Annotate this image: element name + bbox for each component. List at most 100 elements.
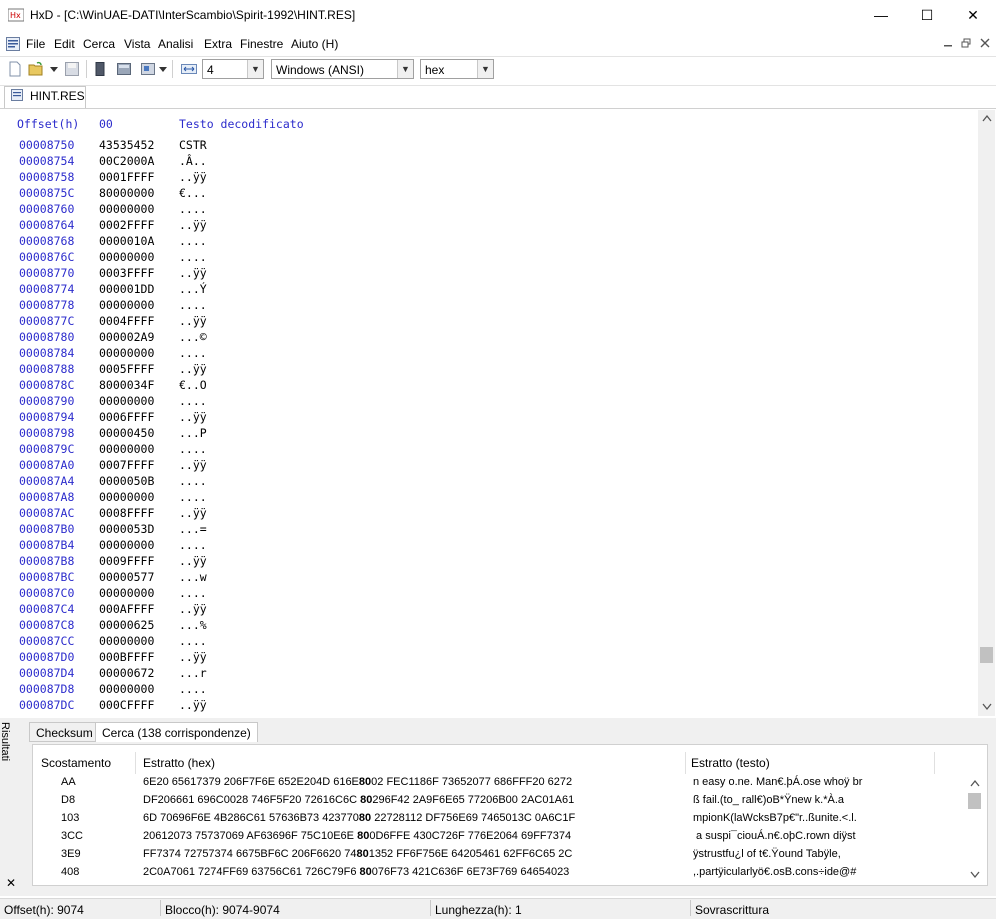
- row-hex-bytes: 00000000: [99, 538, 155, 552]
- open-ram-icon[interactable]: [140, 61, 156, 77]
- scroll-thumb[interactable]: [980, 647, 993, 663]
- scroll-down-icon[interactable]: [970, 871, 980, 879]
- hex-rows: 00008750 43535452 CSTR 00008754 00C2000A .Â..…: [0, 138, 420, 716]
- result-row[interactable]: 3CC 20612073 75737069 AF63696F 75C10E6E 8…: [32, 828, 968, 846]
- hex-row[interactable]: 000087CC 00000000....: [0, 634, 400, 650]
- hex-row[interactable]: 000087C8 00000625...%: [0, 618, 400, 634]
- offset-base-combo[interactable]: hex ▼: [420, 59, 494, 79]
- hex-row[interactable]: 000087B8 0009FFFF ..ÿÿ: [0, 554, 400, 570]
- hex-row[interactable]: 000087A0 0007FFFF ..ÿÿ: [0, 458, 400, 474]
- hex-row[interactable]: 00008774 000001DD ...Ý: [0, 282, 400, 298]
- save-icon[interactable]: [64, 61, 80, 77]
- scroll-down-icon[interactable]: [982, 703, 992, 711]
- hex-row[interactable]: 000087B4 00000000....: [0, 538, 400, 554]
- hex-row[interactable]: 000087D8 00000000....: [0, 682, 400, 698]
- results-scroll-thumb[interactable]: [968, 793, 981, 809]
- tab-checksum[interactable]: Checksum: [29, 722, 100, 742]
- result-row[interactable]: D8 DF206661 696C0028 746F5F20 72616C6C 80…: [32, 792, 968, 810]
- menu-cerca[interactable]: Cerca: [83, 37, 115, 51]
- column-header-hex[interactable]: Estratto (hex): [143, 756, 215, 770]
- status-separator: [690, 900, 691, 916]
- hex-row[interactable]: 00008778 00000000....: [0, 298, 400, 314]
- scroll-up-icon[interactable]: [982, 114, 992, 122]
- open-dropdown-icon[interactable]: [50, 67, 58, 73]
- menu-file[interactable]: File: [26, 37, 45, 51]
- close-button[interactable]: ✕: [950, 0, 996, 30]
- hex-row[interactable]: 000087DC 000CFFFF ..ÿÿ: [0, 698, 400, 714]
- hex-row[interactable]: 000087C0 00000000....: [0, 586, 400, 602]
- result-hex-before: 20612073 75737069 AF63696F 75C10E6E: [143, 830, 358, 842]
- row-offset: 00008750: [19, 138, 75, 152]
- hex-row[interactable]: 00008760 00000000....: [0, 202, 400, 218]
- mdi-close-button[interactable]: [977, 36, 993, 50]
- hex-row[interactable]: 00008754 00C2000A .Â..: [0, 154, 400, 170]
- menu-aiuto[interactable]: Aiuto (H): [291, 37, 338, 51]
- tab-cerca[interactable]: Cerca (138 corrispondenze): [95, 722, 258, 742]
- results-side-label-box[interactable]: Risultati: [0, 722, 19, 782]
- close-file-icon[interactable]: [92, 61, 108, 77]
- hex-row[interactable]: 0000877C 0004FFFF ..ÿÿ: [0, 314, 400, 330]
- row-hex-bytes: 80000000: [99, 186, 155, 200]
- hex-row[interactable]: 000087A8 00000000....: [0, 490, 400, 506]
- result-row[interactable]: 103 6D 70696F6E 4B286C61 57636B73 4237708…: [32, 810, 968, 828]
- result-row[interactable]: AA 6E20 65617379 206F7F6E 652E204D 616E80…: [32, 774, 968, 792]
- hex-row[interactable]: 00008768 0000010A....: [0, 234, 400, 250]
- menu-extra[interactable]: Extra: [204, 37, 232, 51]
- column-header-text[interactable]: Estratto (testo): [691, 756, 770, 770]
- hex-row[interactable]: 00008758 0001FFFF ..ÿÿ: [0, 170, 400, 186]
- hex-row[interactable]: 00008788 0005FFFF ..ÿÿ: [0, 362, 400, 378]
- minimize-button[interactable]: —: [858, 0, 904, 30]
- new-file-icon[interactable]: [7, 61, 23, 77]
- hex-row[interactable]: 000087D4 00000672 ...r: [0, 666, 400, 682]
- row-hex-bytes: 0009FFFF: [99, 554, 155, 568]
- hex-row[interactable]: 00008764 0002FFFF ..ÿÿ: [0, 218, 400, 234]
- result-row[interactable]: 3E9 FF7374 72757374 6675BF6C 206F6620 748…: [32, 846, 968, 864]
- mdi-restore-button[interactable]: [958, 36, 974, 50]
- bytes-per-row-combo[interactable]: 4 ▼: [202, 59, 264, 79]
- column-header-offset[interactable]: Scostamento: [41, 756, 111, 770]
- row-offset: 00008778: [19, 298, 75, 312]
- hex-row[interactable]: 0000875C 80000000 €...: [0, 186, 400, 202]
- row-decoded-text: ...P: [179, 426, 207, 440]
- menu-finestre[interactable]: Finestre: [240, 37, 283, 51]
- editor-scrollbar[interactable]: [978, 110, 995, 716]
- row-hex-bytes: 0000050B: [99, 474, 155, 488]
- hex-row[interactable]: 000087AC 0008FFFF ..ÿÿ: [0, 506, 400, 522]
- mdi-minimize-button[interactable]: [940, 36, 956, 50]
- scroll-up-icon[interactable]: [970, 779, 980, 787]
- open-file-icon[interactable]: [28, 61, 44, 77]
- hex-row[interactable]: 00008794 0006FFFF ..ÿÿ: [0, 410, 400, 426]
- hex-row[interactable]: 0000878C 8000034F €..O: [0, 378, 400, 394]
- result-hex-before: 6E20 65617379 206F7F6E 652E204D 616E: [143, 776, 359, 788]
- maximize-button[interactable]: ☐: [904, 0, 950, 30]
- row-decoded-text: ....: [179, 298, 207, 312]
- offset-column-header: Offset(h): [17, 117, 80, 131]
- hex-row[interactable]: 000087BC 00000577 ...w: [0, 570, 400, 586]
- hex-row[interactable]: 000087A4 0000050B....: [0, 474, 400, 490]
- hex-row[interactable]: 000087B0 0000053D ...=: [0, 522, 400, 538]
- hex-row[interactable]: 00008750 43535452 CSTR: [0, 138, 400, 154]
- hex-row[interactable]: 00008784 00000000....: [0, 346, 400, 362]
- hex-row[interactable]: 0000879C 00000000....: [0, 442, 400, 458]
- menu-analisi[interactable]: Analisi: [158, 37, 193, 51]
- menu-vista[interactable]: Vista: [124, 37, 150, 51]
- row-hex-bytes: 00000000: [99, 250, 155, 264]
- hex-row[interactable]: 000087C4 000AFFFF ..ÿÿ: [0, 602, 400, 618]
- row-offset: 000087A4: [19, 474, 75, 488]
- hex-row[interactable]: 00008780 000002A9 ...©: [0, 330, 400, 346]
- menu-edit[interactable]: Edit: [54, 37, 75, 51]
- hex-row[interactable]: 00008790 00000000....: [0, 394, 400, 410]
- result-hex-match: 80: [358, 776, 372, 788]
- row-hex-bytes: 00000000: [99, 394, 155, 408]
- hex-row[interactable]: 00008798 00000450 ...P: [0, 426, 400, 442]
- row-offset: 0000877C: [19, 314, 75, 328]
- hex-row[interactable]: 0000876C 00000000....: [0, 250, 400, 266]
- ram-dropdown-icon[interactable]: [159, 67, 167, 73]
- result-row[interactable]: 408 2C0A7061 7274FF69 63756C61 726C79F6 8…: [32, 864, 968, 882]
- toolbar-separator: [86, 60, 87, 78]
- charset-combo[interactable]: Windows (ANSI) ▼: [271, 59, 414, 79]
- hex-row[interactable]: 00008770 0003FFFF ..ÿÿ: [0, 266, 400, 282]
- row-decoded-text: ...©: [179, 330, 207, 344]
- hex-row[interactable]: 000087D0 000BFFFF ..ÿÿ: [0, 650, 400, 666]
- open-disk-icon[interactable]: [116, 61, 132, 77]
